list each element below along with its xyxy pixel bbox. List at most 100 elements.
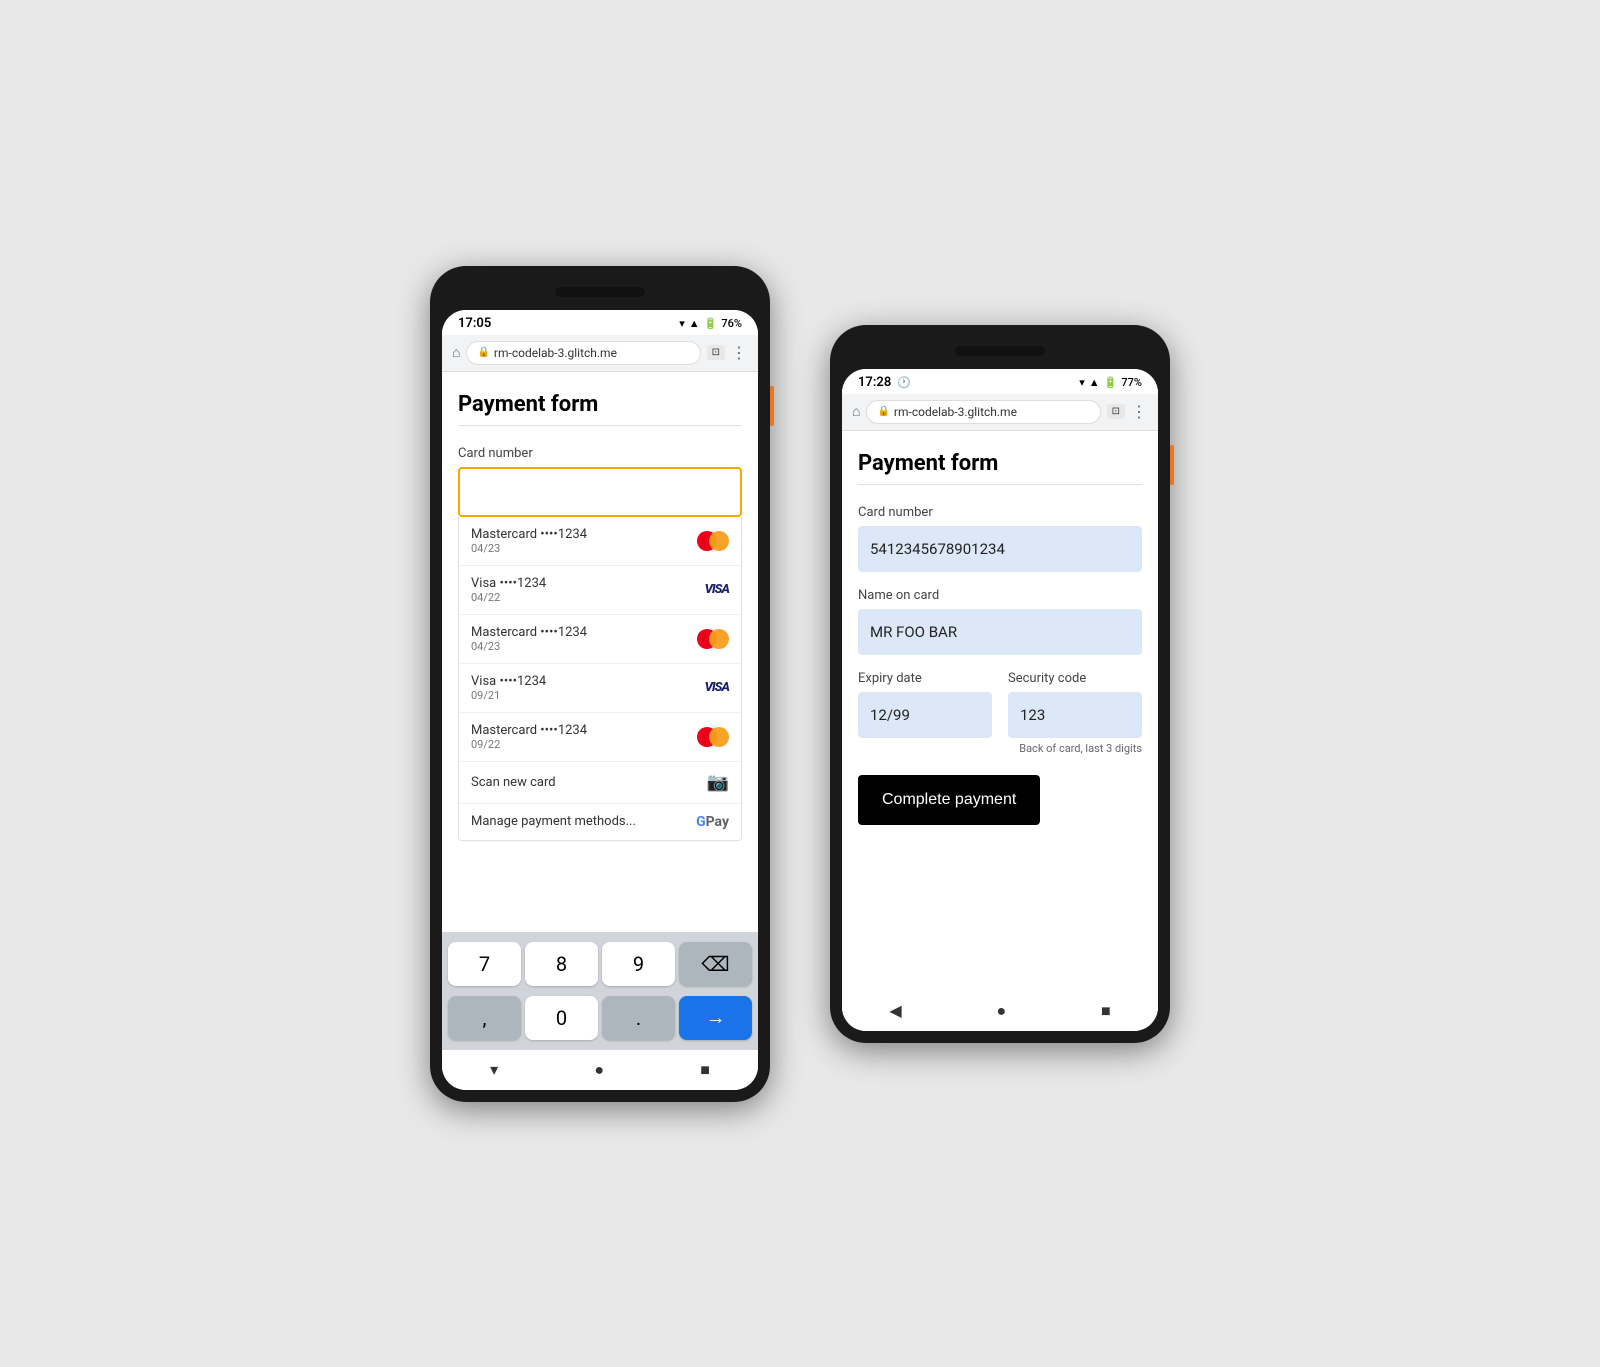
gpay-icon: G Pay	[696, 814, 729, 830]
nav-home-icon[interactable]: ●	[996, 1001, 1006, 1021]
g-letter: G	[696, 814, 706, 830]
mc-right-circle	[709, 531, 729, 551]
nav-back-icon[interactable]: ◀	[889, 1001, 901, 1020]
right-status-bar: 17:28 🕐 ▾ ▲ 🔋 77%	[842, 369, 1158, 394]
key-next[interactable]: →	[679, 996, 752, 1040]
battery-percent: 77%	[1121, 376, 1142, 389]
keyboard-row-2: , 0 . →	[446, 994, 754, 1042]
nav-recents-icon[interactable]: ■	[700, 1060, 710, 1080]
right-notch	[955, 346, 1045, 356]
tab-switcher[interactable]: ⊡	[707, 345, 725, 360]
complete-payment-button[interactable]: Complete payment	[858, 775, 1040, 825]
notch	[555, 287, 645, 297]
right-page-title: Payment form	[858, 451, 1142, 476]
left-system-nav: ▾ ● ■	[442, 1050, 758, 1090]
left-status-bar: 17:05 ▾ ▲ 🔋 76%	[442, 310, 758, 335]
key-backspace[interactable]: ⌫	[679, 942, 752, 986]
visa-logo-4: VISA	[705, 680, 729, 695]
signal-icon: ▲	[689, 317, 700, 330]
right-side-button	[1170, 445, 1174, 485]
key-0[interactable]: 0	[525, 996, 598, 1040]
battery-icon: 🔋	[704, 317, 718, 330]
visa-text: VISA	[705, 680, 729, 695]
list-item[interactable]: Mastercard ••••1234 04/23	[459, 517, 741, 566]
wifi-icon: ▾	[679, 317, 685, 330]
right-phone-body: 17:28 🕐 ▾ ▲ 🔋 77% ⌂ 🔒 rm-codelab-3.glitc…	[830, 325, 1170, 1043]
menu-icon[interactable]: ⋮	[731, 343, 748, 362]
left-phone: 17:05 ▾ ▲ 🔋 76% ⌂ 🔒 rm-codelab-3.glitch.…	[430, 266, 770, 1102]
battery-icon: 🔋	[1104, 376, 1118, 389]
right-time: 17:28	[858, 375, 891, 390]
card-expiry-3: 04/23	[471, 640, 587, 653]
card-info-1: Mastercard ••••1234 04/23	[471, 527, 587, 555]
card-name-2: Visa ••••1234	[471, 576, 546, 591]
list-item[interactable]: Visa ••••1234 09/21 VISA	[459, 664, 741, 713]
home-icon[interactable]: ⌂	[452, 344, 460, 361]
keyboard-row-1: 7 8 9 ⌫	[446, 940, 754, 988]
left-status-icons: ▾ ▲ 🔋 76%	[679, 317, 742, 330]
numeric-keyboard: 7 8 9 ⌫ , 0 . →	[442, 932, 758, 1050]
clock-icon: 🕐	[897, 376, 911, 389]
nav-back-icon[interactable]: ▾	[490, 1060, 498, 1079]
manage-payment-row[interactable]: Manage payment methods... G Pay	[459, 804, 741, 840]
left-phone-body: 17:05 ▾ ▲ 🔋 76% ⌂ 🔒 rm-codelab-3.glitch.…	[430, 266, 770, 1102]
list-item[interactable]: Visa ••••1234 04/22 VISA	[459, 566, 741, 615]
left-page-content: Payment form Card number Mastercard ••••…	[442, 372, 758, 932]
card-expiry-5: 09/22	[471, 738, 587, 751]
expiry-date-label: Expiry date	[858, 671, 992, 686]
nav-home-icon[interactable]: ●	[594, 1060, 604, 1080]
key-7[interactable]: 7	[448, 942, 521, 986]
left-divider	[458, 425, 742, 426]
side-button	[770, 386, 774, 426]
right-card-number-input[interactable]: 5412345678901234	[858, 526, 1142, 572]
left-card-number-label: Card number	[458, 446, 742, 461]
right-status-icons: ▾ ▲ 🔋 77%	[1079, 376, 1142, 389]
right-system-nav: ◀ ● ■	[842, 991, 1158, 1031]
scan-new-card-row[interactable]: Scan new card 📷	[459, 762, 741, 804]
card-info-4: Visa ••••1234 09/21	[471, 674, 546, 702]
security-code-label: Security code	[1008, 671, 1142, 686]
right-url-box[interactable]: 🔒 rm-codelab-3.glitch.me	[866, 400, 1100, 424]
expiry-date-input[interactable]: 12/99	[858, 692, 992, 738]
nav-recents-icon[interactable]: ■	[1101, 1001, 1111, 1021]
right-phone: 17:28 🕐 ▾ ▲ 🔋 77% ⌂ 🔒 rm-codelab-3.glitc…	[830, 325, 1170, 1043]
card-number-input[interactable]	[458, 467, 742, 517]
left-time: 17:05	[458, 316, 491, 331]
scan-label: Scan new card	[471, 775, 556, 790]
right-browser-bar: ⌂ 🔒 rm-codelab-3.glitch.me ⊡ ⋮	[842, 394, 1158, 431]
left-screen: 17:05 ▾ ▲ 🔋 76% ⌂ 🔒 rm-codelab-3.glitch.…	[442, 310, 758, 1090]
card-info-2: Visa ••••1234 04/22	[471, 576, 546, 604]
name-on-card-label: Name on card	[858, 588, 1142, 603]
name-on-card-input[interactable]: MR FOO BAR	[858, 609, 1142, 655]
card-expiry-4: 09/21	[471, 689, 546, 702]
key-8[interactable]: 8	[525, 942, 598, 986]
right-divider	[858, 484, 1142, 485]
visa-logo-2: VISA	[705, 582, 729, 597]
battery-percent: 76%	[721, 317, 742, 330]
left-url-box[interactable]: 🔒 rm-codelab-3.glitch.me	[466, 341, 700, 365]
right-screen: 17:28 🕐 ▾ ▲ 🔋 77% ⌂ 🔒 rm-codelab-3.glitc…	[842, 369, 1158, 1031]
camera-icon: 📷	[707, 772, 729, 793]
key-comma[interactable]: ,	[448, 996, 521, 1040]
key-dot[interactable]: .	[602, 996, 675, 1040]
security-hint: Back of card, last 3 digits	[858, 742, 1142, 755]
mc-right-circle	[709, 727, 729, 747]
card-info-5: Mastercard ••••1234 09/22	[471, 723, 587, 751]
card-name-1: Mastercard ••••1234	[471, 527, 587, 542]
card-info-3: Mastercard ••••1234 04/23	[471, 625, 587, 653]
left-browser-bar: ⌂ 🔒 rm-codelab-3.glitch.me ⊡ ⋮	[442, 335, 758, 372]
right-card-number-label: Card number	[858, 505, 1142, 520]
card-suggestions-list: Mastercard ••••1234 04/23 Visa ••••1234 …	[458, 517, 742, 841]
key-9[interactable]: 9	[602, 942, 675, 986]
menu-icon[interactable]: ⋮	[1131, 402, 1148, 421]
card-name-3: Mastercard ••••1234	[471, 625, 587, 640]
list-item[interactable]: Mastercard ••••1234 09/22	[459, 713, 741, 762]
tab-switcher[interactable]: ⊡	[1107, 404, 1125, 419]
wifi-icon: ▾	[1079, 376, 1085, 389]
card-name-5: Mastercard ••••1234	[471, 723, 587, 738]
visa-text: VISA	[705, 582, 729, 597]
security-code-input[interactable]: 123	[1008, 692, 1142, 738]
home-icon[interactable]: ⌂	[852, 403, 860, 420]
list-item[interactable]: Mastercard ••••1234 04/23	[459, 615, 741, 664]
notch-area	[442, 278, 758, 306]
